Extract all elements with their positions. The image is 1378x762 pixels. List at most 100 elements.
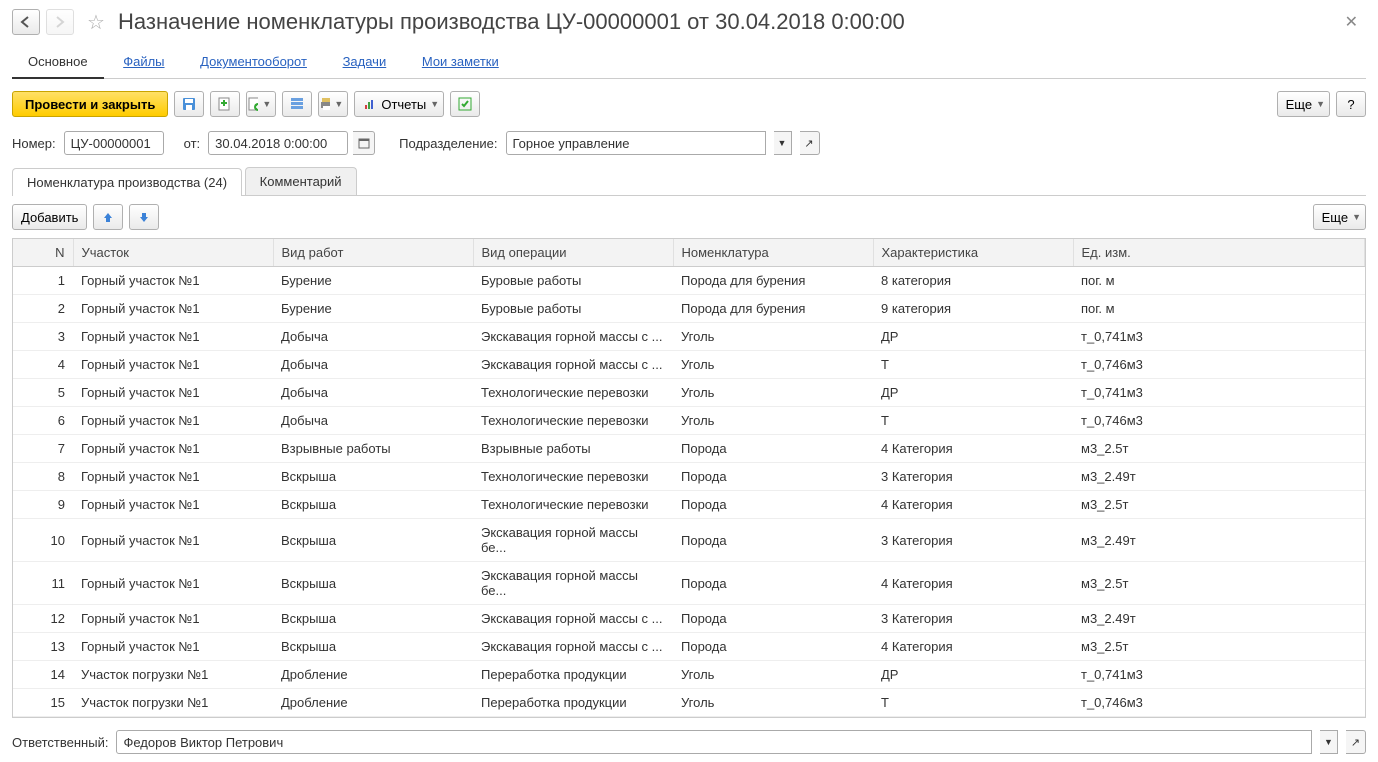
dept-label: Подразделение: (399, 136, 497, 151)
col-header-vid-oper[interactable]: Вид операции (473, 239, 673, 267)
cell-nomen: Уголь (673, 689, 873, 717)
table-row[interactable]: 14Участок погрузки №1ДроблениеПереработк… (13, 661, 1365, 689)
section-files[interactable]: Файлы (107, 46, 180, 77)
move-up-button[interactable] (93, 204, 123, 230)
cell-vid-oper: Буровые работы (473, 295, 673, 323)
col-header-nomen[interactable]: Номенклатура (673, 239, 873, 267)
cell-vid-rabot: Добыча (273, 351, 473, 379)
date-field[interactable]: 30.04.2018 0:00:00 (208, 131, 348, 155)
col-header-uchastok[interactable]: Участок (73, 239, 273, 267)
cell-unit: м3_2.5т (1073, 562, 1365, 605)
table-row[interactable]: 13Горный участок №1ВскрышаЭкскавация гор… (13, 633, 1365, 661)
tab-comment[interactable]: Комментарий (245, 167, 357, 195)
number-field[interactable]: ЦУ-00000001 (64, 131, 164, 155)
cell-unit: м3_2.5т (1073, 633, 1365, 661)
cell-vid-oper: Экскавация горной массы бе... (473, 562, 673, 605)
col-header-n[interactable]: N (13, 239, 73, 267)
cell-unit: т_0,741м3 (1073, 661, 1365, 689)
table-row[interactable]: 5Горный участок №1ДобычаТехнологические … (13, 379, 1365, 407)
section-notes[interactable]: Мои заметки (406, 46, 515, 77)
post-button[interactable] (210, 91, 240, 117)
cell-charact: 9 категория (873, 295, 1073, 323)
cell-n: 12 (13, 605, 73, 633)
table-row[interactable]: 10Горный участок №1ВскрышаЭкскавация гор… (13, 519, 1365, 562)
cell-uchastok: Горный участок №1 (73, 605, 273, 633)
nav-forward-button[interactable] (46, 9, 74, 35)
nav-back-button[interactable] (12, 9, 40, 35)
table-row[interactable]: 9Горный участок №1ВскрышаТехнологические… (13, 491, 1365, 519)
cell-vid-rabot: Добыча (273, 407, 473, 435)
col-header-vid-rabot[interactable]: Вид работ (273, 239, 473, 267)
cell-unit: м3_2.5т (1073, 435, 1365, 463)
table-row[interactable]: 4Горный участок №1ДобычаЭкскавация горно… (13, 351, 1365, 379)
section-docflow[interactable]: Документооборот (184, 46, 323, 77)
cell-nomen: Уголь (673, 407, 873, 435)
table-row[interactable]: 6Горный участок №1ДобычаТехнологические … (13, 407, 1365, 435)
cell-n: 1 (13, 267, 73, 295)
dept-open-button[interactable]: ↗ (800, 131, 820, 155)
add-button[interactable]: Добавить (12, 204, 87, 230)
dept-dropdown-button[interactable]: ▼ (774, 131, 792, 155)
cell-uchastok: Горный участок №1 (73, 519, 273, 562)
data-table: N Участок Вид работ Вид операции Номенкл… (12, 238, 1366, 718)
col-header-charact[interactable]: Характеристика (873, 239, 1073, 267)
cell-n: 13 (13, 633, 73, 661)
dk-button[interactable] (450, 91, 480, 117)
from-label: от: (184, 136, 201, 151)
cell-n: 9 (13, 491, 73, 519)
reports-button[interactable]: Отчеты▼ (354, 91, 444, 117)
table-row[interactable]: 12Горный участок №1ВскрышаЭкскавация гор… (13, 605, 1365, 633)
table-row[interactable]: 1Горный участок №1БурениеБуровые работыП… (13, 267, 1365, 295)
cell-n: 3 (13, 323, 73, 351)
create-based-on-button[interactable]: ▼ (246, 91, 276, 117)
table-row[interactable]: 11Горный участок №1ВскрышаЭкскавация гор… (13, 562, 1365, 605)
responsible-open-button[interactable]: ↗ (1346, 730, 1366, 754)
cell-n: 8 (13, 463, 73, 491)
table-row[interactable]: 3Горный участок №1ДобычаЭкскавация горно… (13, 323, 1365, 351)
cell-nomen: Порода для бурения (673, 267, 873, 295)
more-button[interactable]: Еще▼ (1277, 91, 1330, 117)
favorite-star-icon[interactable]: ☆ (84, 10, 108, 34)
cell-uchastok: Горный участок №1 (73, 267, 273, 295)
table-row[interactable]: 15Участок погрузки №1ДроблениеПереработк… (13, 689, 1365, 717)
sub-more-button[interactable]: Еще▼ (1313, 204, 1366, 230)
move-down-button[interactable] (129, 204, 159, 230)
cell-vid-oper: Взрывные работы (473, 435, 673, 463)
print-button[interactable]: ▼ (318, 91, 348, 117)
responsible-dropdown-button[interactable]: ▼ (1320, 730, 1338, 754)
table-row[interactable]: 8Горный участок №1ВскрышаТехнологические… (13, 463, 1365, 491)
cell-vid-rabot: Вскрыша (273, 562, 473, 605)
cell-unit: м3_2.49т (1073, 605, 1365, 633)
cell-vid-oper: Переработка продукции (473, 689, 673, 717)
structure-button[interactable] (282, 91, 312, 117)
page-title: Назначение номенклатуры производства ЦУ-… (118, 9, 905, 35)
cell-charact: 3 Категория (873, 605, 1073, 633)
cell-vid-oper: Переработка продукции (473, 661, 673, 689)
dept-field[interactable]: Горное управление (506, 131, 766, 155)
save-button[interactable] (174, 91, 204, 117)
cell-uchastok: Горный участок №1 (73, 407, 273, 435)
cell-n: 7 (13, 435, 73, 463)
responsible-field[interactable]: Федоров Виктор Петрович (116, 730, 1312, 754)
help-button[interactable]: ? (1336, 91, 1366, 117)
col-header-unit[interactable]: Ед. изм. (1073, 239, 1365, 267)
cell-unit: т_0,746м3 (1073, 689, 1365, 717)
table-row[interactable]: 7Горный участок №1Взрывные работыВзрывны… (13, 435, 1365, 463)
cell-unit: м3_2.49т (1073, 519, 1365, 562)
cell-unit: пог. м (1073, 267, 1365, 295)
cell-uchastok: Горный участок №1 (73, 323, 273, 351)
cell-unit: т_0,746м3 (1073, 351, 1365, 379)
close-button[interactable]: ✕ (1337, 8, 1366, 36)
cell-vid-rabot: Бурение (273, 267, 473, 295)
cell-nomen: Уголь (673, 351, 873, 379)
cell-vid-rabot: Взрывные работы (273, 435, 473, 463)
post-and-close-button[interactable]: Провести и закрыть (12, 91, 168, 117)
section-main[interactable]: Основное (12, 46, 104, 79)
number-label: Номер: (12, 136, 56, 151)
section-tasks[interactable]: Задачи (327, 46, 403, 77)
cell-uchastok: Горный участок №1 (73, 379, 273, 407)
calendar-button[interactable] (353, 131, 375, 155)
table-row[interactable]: 2Горный участок №1БурениеБуровые работыП… (13, 295, 1365, 323)
tab-nomenclature[interactable]: Номенклатура производства (24) (12, 168, 242, 196)
cell-unit: м3_2.49т (1073, 463, 1365, 491)
